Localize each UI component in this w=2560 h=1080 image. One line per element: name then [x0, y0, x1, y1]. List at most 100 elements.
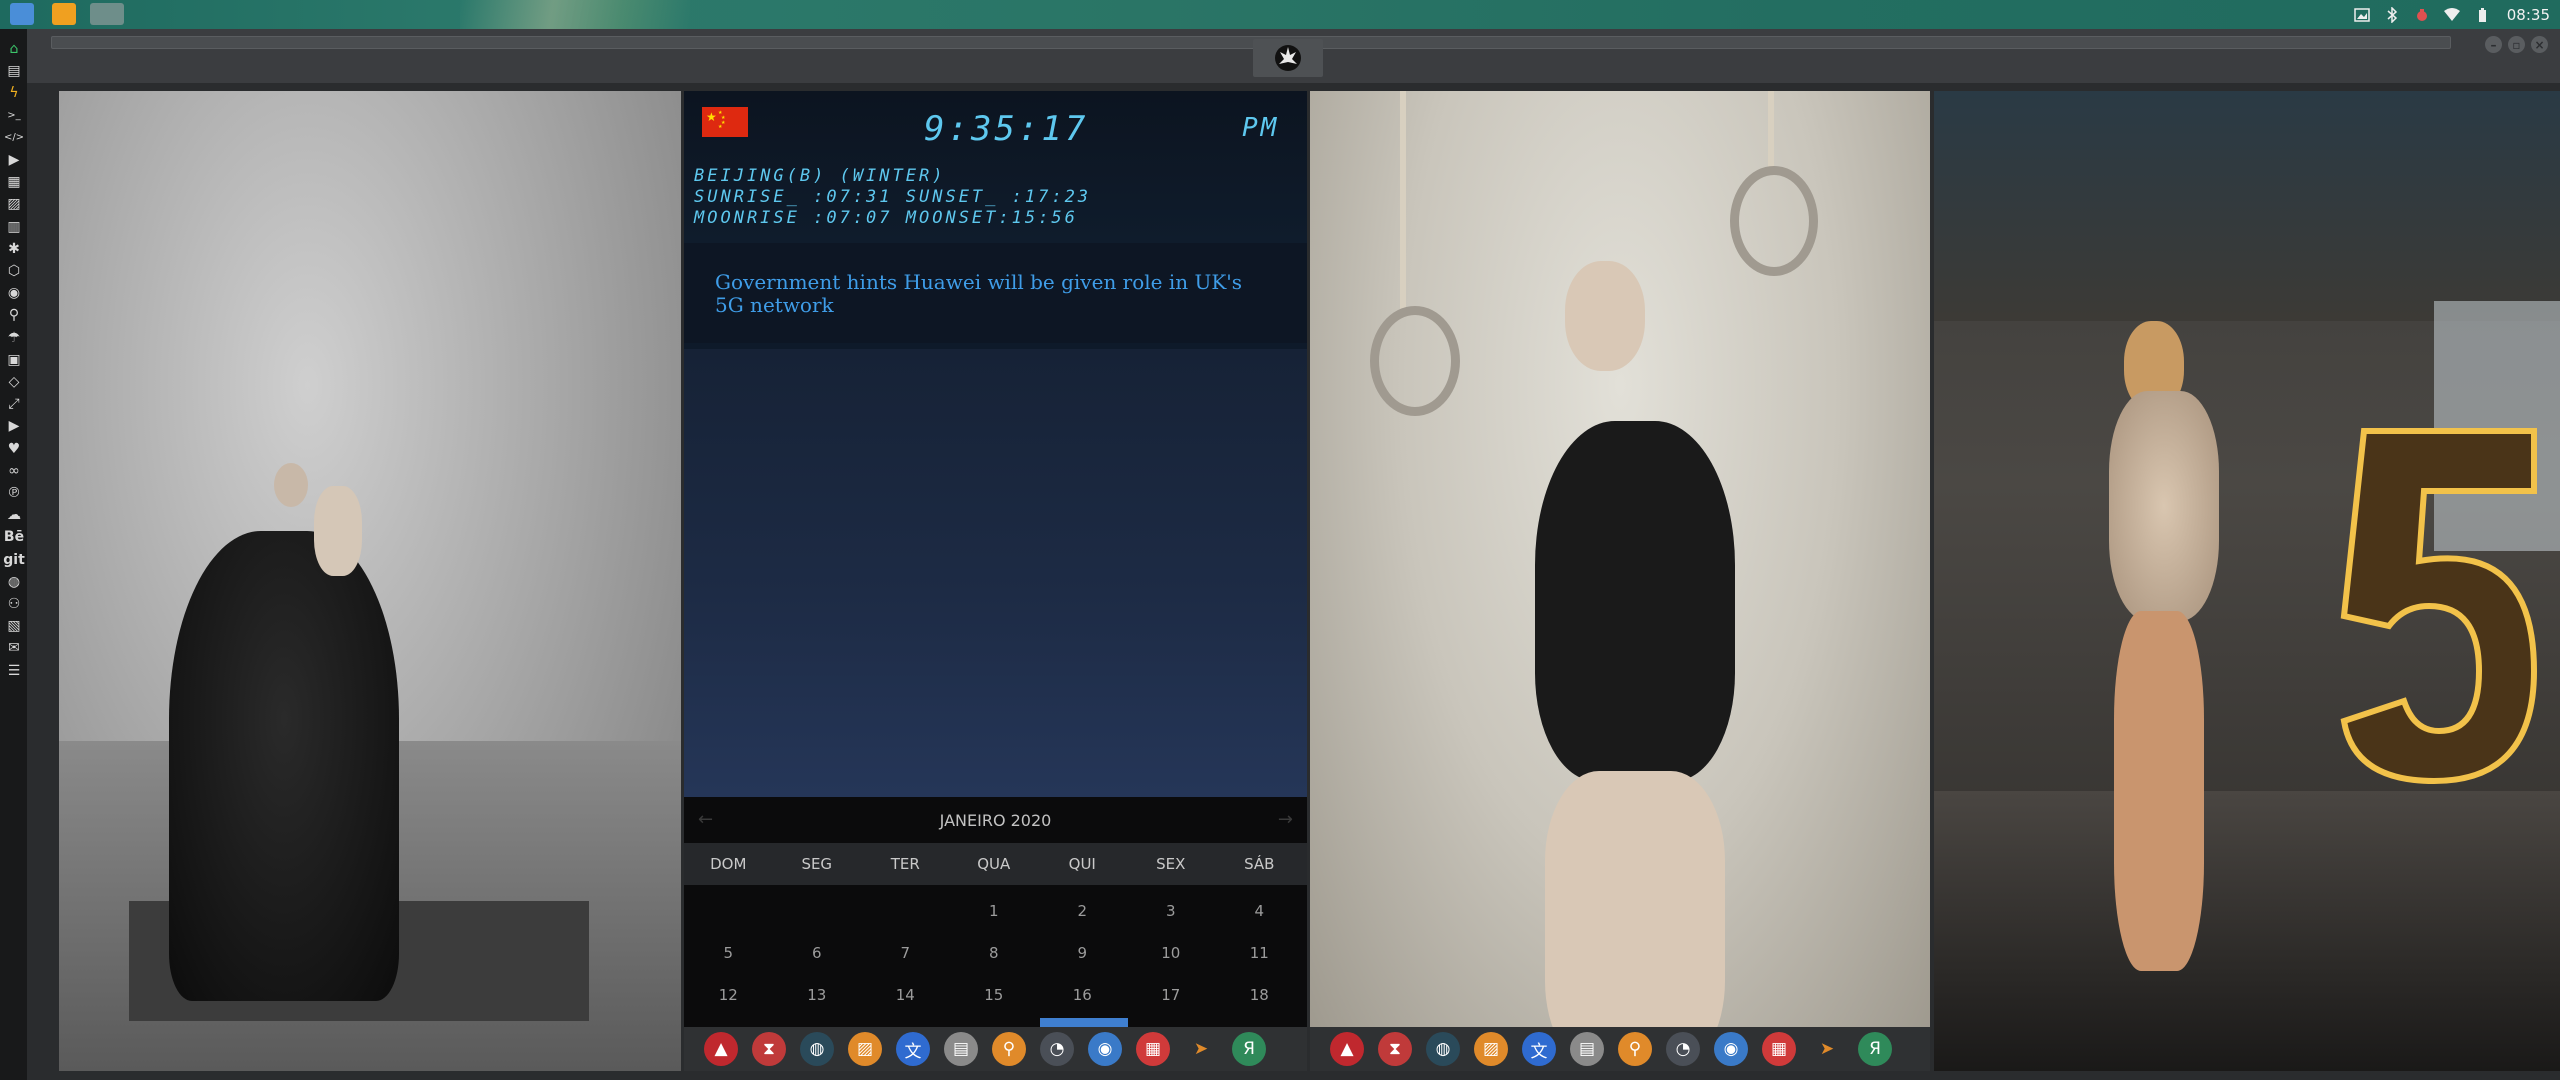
calendar-app-icon[interactable]: ▦ — [1762, 1032, 1796, 1066]
previous-month-icon[interactable]: ← — [698, 809, 713, 830]
next-month-icon[interactable]: → — [1278, 809, 1293, 830]
marquee-five — [2334, 421, 2544, 791]
git-icon[interactable]: git — [3, 550, 25, 570]
calendar-week-row: 5 6 7 8 9 10 11 — [684, 932, 1307, 974]
community-icon[interactable]: ⚇ — [4, 594, 24, 614]
map-icon[interactable]: ▧ — [4, 616, 24, 636]
pinterest-icon[interactable]: ℗ — [4, 483, 24, 503]
calendar-day[interactable]: 17 — [1127, 974, 1216, 1016]
calendar-day[interactable]: 5 — [684, 932, 773, 974]
behance-icon[interactable]: Bē — [4, 527, 24, 547]
calendar-day[interactable]: 6 — [773, 932, 862, 974]
home-icon[interactable]: ⌂ — [4, 39, 24, 59]
photos-app-icon[interactable]: ▨ — [1474, 1032, 1508, 1066]
server-icon[interactable]: ☰ — [4, 661, 24, 681]
calendar-day[interactable]: 11 — [1215, 932, 1304, 974]
system-clock[interactable]: 08:35 — [2507, 6, 2550, 24]
clock-sun-times: SUNRISE_ :07:31 SUNSET_ :17:23 — [694, 187, 1092, 207]
gymnast-head — [1565, 261, 1645, 371]
triangle-app-icon[interactable]: ▲ — [1330, 1032, 1364, 1066]
arrow-app-icon[interactable]: ➤ — [1810, 1032, 1844, 1066]
window-thumbnail[interactable] — [90, 3, 124, 25]
photo-pane-gymnast: ▲ ⧗ ◍ ▨ 文 ▤ ⚲ ◔ ◉ ▦ ➤ Я — [1310, 91, 1930, 1071]
ceiling — [1934, 91, 2560, 321]
image-icon[interactable]: ▨ — [4, 194, 24, 214]
calendar-day[interactable]: 18 — [1215, 974, 1304, 1016]
globe-icon[interactable]: ◉ — [4, 283, 24, 303]
calendar-app-icon[interactable]: ▦ — [1136, 1032, 1170, 1066]
yandex-app-icon[interactable]: Я — [1858, 1032, 1892, 1066]
notes-app-icon[interactable]: ▤ — [944, 1032, 978, 1066]
bolt-launcher-icon[interactable] — [52, 3, 76, 25]
photos-app-icon[interactable]: ▨ — [848, 1032, 882, 1066]
notes-app-icon[interactable]: ▤ — [1570, 1032, 1604, 1066]
cloud-icon[interactable]: ☁ — [4, 505, 24, 525]
github-icon[interactable]: ◍ — [4, 572, 24, 592]
calendar-day[interactable]: 7 — [861, 932, 950, 974]
yandex-app-icon[interactable]: Я — [1232, 1032, 1266, 1066]
calendar-day[interactable]: 9 — [1038, 932, 1127, 974]
calendar-day[interactable]: 1 — [950, 890, 1039, 932]
wifi-icon[interactable] — [2443, 6, 2461, 24]
bluetooth-icon[interactable] — [2383, 6, 2401, 24]
hexagon-icon[interactable]: ⬡ — [4, 261, 24, 281]
news-icon[interactable]: ▥ — [4, 217, 24, 237]
image-tray-icon[interactable] — [2353, 6, 2371, 24]
play-icon[interactable]: ▶ — [4, 150, 24, 170]
files-launcher-icon[interactable] — [10, 3, 34, 25]
git-diff-icon[interactable]: ◇ — [4, 372, 24, 392]
translate-app-icon[interactable]: 文 — [1522, 1032, 1556, 1066]
sphere-app-icon[interactable]: ◍ — [800, 1032, 834, 1066]
calendar-weekdays: DOM SEG TER QUA QUI SEX SÁB — [684, 843, 1307, 885]
arrow-app-icon[interactable]: ➤ — [1184, 1032, 1218, 1066]
badge-icon[interactable]: ▣ — [4, 350, 24, 370]
calendar-day[interactable]: 13 — [773, 974, 862, 1016]
model-legs — [2114, 611, 2204, 971]
contacts-icon[interactable]: ▦ — [4, 172, 24, 192]
wallpaper-strip — [460, 0, 690, 29]
minimize-button[interactable]: – — [2485, 36, 2502, 53]
close-button[interactable]: × — [2531, 36, 2548, 53]
calendar-day[interactable]: 12 — [684, 974, 773, 1016]
youtube-icon[interactable]: ▶ — [4, 416, 24, 436]
search-app-icon[interactable]: ⚲ — [992, 1032, 1026, 1066]
expand-icon[interactable]: ⤢ — [4, 394, 24, 414]
calendar-day — [684, 890, 773, 932]
mail-icon[interactable]: ✉ — [4, 638, 24, 658]
clock-location: BEIJING(B) (WINTER) — [694, 166, 946, 186]
clock-app-icon[interactable]: ◔ — [1040, 1032, 1074, 1066]
heart-icon[interactable]: ♥ — [4, 439, 24, 459]
translate-app-icon[interactable]: 文 — [896, 1032, 930, 1066]
calendar-day[interactable]: 8 — [950, 932, 1039, 974]
clock-app-icon[interactable]: ◔ — [1666, 1032, 1700, 1066]
window-titlebar[interactable]: – ▫ × — [27, 29, 2560, 83]
search-icon[interactable]: ⚲ — [4, 305, 24, 325]
umbrella-icon[interactable]: ☂ — [4, 328, 24, 348]
timer-app-icon[interactable]: ⧗ — [752, 1032, 786, 1066]
document-icon[interactable]: ▤ — [4, 61, 24, 81]
timer-app-icon[interactable]: ⧗ — [1378, 1032, 1412, 1066]
terminal-icon[interactable]: >_ — [4, 106, 24, 126]
calendar-day[interactable]: 4 — [1215, 890, 1304, 932]
bolt-icon[interactable]: ϟ — [4, 83, 24, 103]
sphere-app-icon[interactable]: ◍ — [1426, 1032, 1460, 1066]
child — [314, 486, 362, 576]
calendar-day[interactable]: 14 — [861, 974, 950, 1016]
calendar-day[interactable]: 15 — [950, 974, 1039, 1016]
battery-icon[interactable] — [2473, 6, 2491, 24]
globe-app-icon[interactable]: ◉ — [1714, 1032, 1748, 1066]
calendar-day[interactable]: 16 — [1038, 974, 1127, 1016]
maximize-button[interactable]: ▫ — [2508, 36, 2525, 53]
system-tray: 08:35 — [2353, 0, 2550, 29]
news-headline-link[interactable]: Government hints Huawei will be given ro… — [715, 271, 1255, 317]
triangle-app-icon[interactable]: ▲ — [704, 1032, 738, 1066]
globe-app-icon[interactable]: ◉ — [1088, 1032, 1122, 1066]
code-icon[interactable]: </> — [4, 128, 24, 148]
cloud-link-icon[interactable]: ∞ — [4, 461, 24, 481]
bug-icon[interactable] — [2413, 6, 2431, 24]
calendar-day[interactable]: 2 — [1038, 890, 1127, 932]
calendar-day[interactable]: 3 — [1127, 890, 1216, 932]
search-app-icon[interactable]: ⚲ — [1618, 1032, 1652, 1066]
calendar-day[interactable]: 10 — [1127, 932, 1216, 974]
settings-icon[interactable]: ✱ — [4, 239, 24, 259]
